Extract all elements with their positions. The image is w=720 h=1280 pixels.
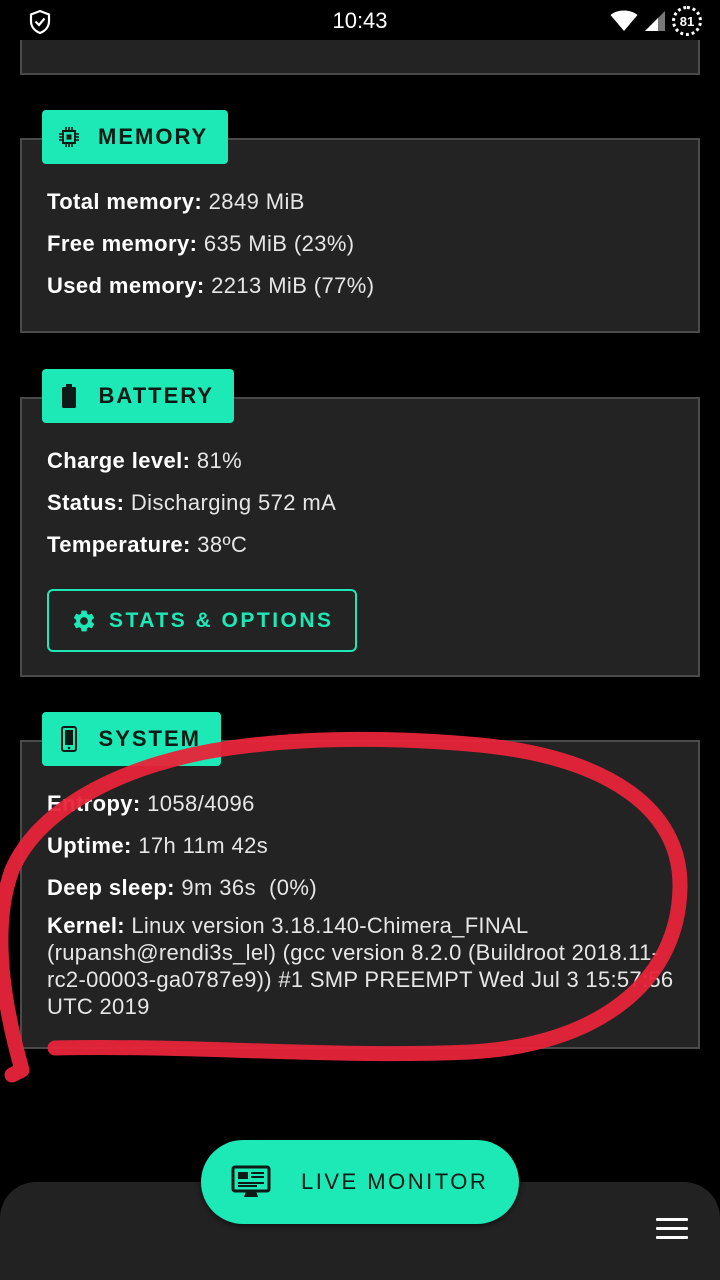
monitor-icon: [231, 1165, 271, 1197]
battery-ring-icon: 81: [672, 6, 702, 36]
free-memory-value: 635 MiB (23%): [203, 231, 355, 256]
entropy-value: 1058/4096: [147, 791, 255, 816]
battery-title: BATTERY: [98, 383, 214, 408]
used-memory-value: 2213 MiB (77%): [211, 273, 375, 298]
kernel-label: Kernel:: [47, 913, 125, 938]
battery-icon: [58, 384, 81, 408]
total-memory-row: Total memory: 2849 MiB: [47, 189, 305, 215]
temperature-label: Temperature:: [47, 532, 191, 557]
live-monitor-button[interactable]: LIVE MONITOR: [201, 1140, 519, 1224]
gear-icon: [73, 610, 95, 631]
free-memory-row: Free memory: 635 MiB (23%): [47, 231, 355, 257]
deep-sleep-row: Deep sleep: 9m 36s (0%): [47, 875, 317, 901]
stats-options-label: STATS & OPTIONS: [109, 608, 334, 632]
deep-sleep-label: Deep sleep:: [47, 875, 175, 900]
deep-sleep-value: 9m 36s (0%): [181, 875, 318, 900]
previous-card: [20, 40, 700, 75]
total-memory-value: 2849 MiB: [208, 189, 305, 214]
total-memory-label: Total memory:: [47, 189, 203, 214]
battery-status-value: Discharging 572 mA: [130, 490, 337, 515]
uptime-row: Uptime: 17h 11m 42s: [47, 833, 268, 859]
kernel-row: Kernel: Linux version 3.18.140-Chimera_F…: [47, 912, 677, 1020]
uptime-value: 17h 11m 42s: [138, 833, 269, 858]
charge-level-row: Charge level: 81%: [47, 448, 242, 474]
chip-icon: [58, 125, 80, 149]
hamburger-menu-icon[interactable]: [656, 1218, 688, 1242]
system-title: SYSTEM: [98, 726, 201, 751]
stats-options-button[interactable]: STATS & OPTIONS: [47, 589, 357, 652]
entropy-row: Entropy: 1058/4096: [47, 791, 255, 817]
memory-header-chip: MEMORY: [42, 110, 228, 164]
memory-title: MEMORY: [98, 124, 209, 149]
kernel-value: Linux version 3.18.140-Chimera_FINAL (ru…: [47, 913, 674, 1019]
wifi-icon: [610, 10, 638, 31]
temperature-row: Temperature: 38ºC: [47, 532, 247, 558]
free-memory-label: Free memory:: [47, 231, 198, 256]
charge-level-label: Charge level:: [47, 448, 191, 473]
entropy-label: Entropy:: [47, 791, 141, 816]
battery-status-row: Status: Discharging 572 mA: [47, 490, 336, 516]
uptime-label: Uptime:: [47, 833, 132, 858]
charge-level-value: 81%: [196, 448, 243, 473]
system-header-chip: SYSTEM: [42, 712, 221, 766]
battery-status-label: Status:: [47, 490, 125, 515]
battery-percent: 81: [679, 13, 695, 29]
used-memory-row: Used memory: 2213 MiB (77%): [47, 273, 375, 299]
live-monitor-label: LIVE MONITOR: [301, 1169, 489, 1194]
temperature-value: 38ºC: [197, 532, 248, 557]
phone-icon: [58, 726, 81, 752]
cellular-signal-icon: [645, 11, 665, 31]
used-memory-label: Used memory:: [47, 273, 205, 298]
battery-header-chip: BATTERY: [42, 369, 234, 423]
status-bar: 10:43 81: [0, 0, 720, 42]
